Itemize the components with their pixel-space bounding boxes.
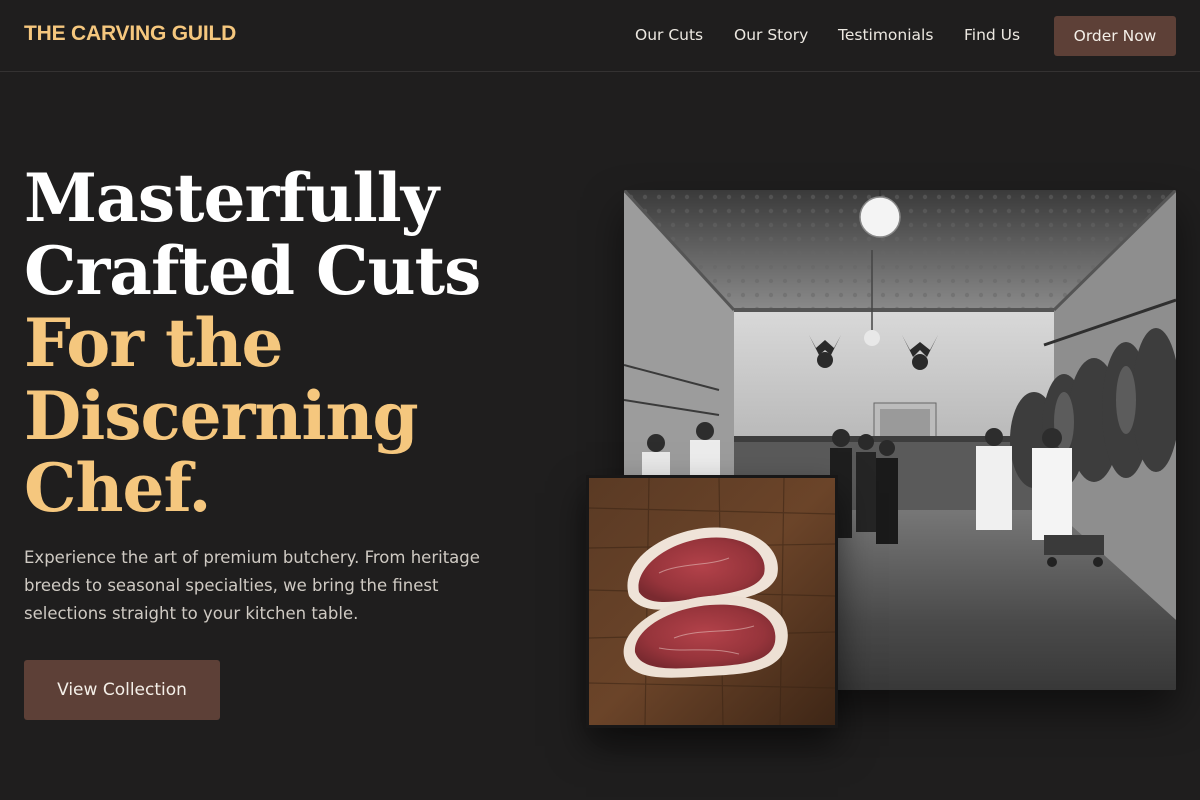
steak-photo (586, 475, 838, 728)
headline-line: Masterfully (24, 159, 439, 237)
view-collection-button[interactable]: View Collection (24, 660, 220, 720)
headline-line-accent: For the (24, 304, 283, 382)
order-now-button[interactable]: Order Now (1054, 16, 1176, 56)
nav-link-find-us[interactable]: Find Us (964, 26, 1020, 44)
top-nav: THE CARVING GUILD Our Cuts Our Story Tes… (0, 0, 1200, 72)
headline-line-accent: Discerning (24, 376, 419, 455)
brand-logo[interactable]: THE CARVING GUILD (24, 22, 236, 46)
nav-link-our-story[interactable]: Our Story (734, 26, 808, 44)
headline-line: Crafted Cuts (24, 231, 481, 310)
nav-link-our-cuts[interactable]: Our Cuts (635, 26, 703, 44)
hero-headline: Masterfully Crafted Cuts For the Discern… (24, 159, 481, 527)
nav-link-testimonials[interactable]: Testimonials (838, 26, 933, 44)
hero-description: Experience the art of premium butchery. … (24, 548, 480, 623)
headline-line-accent: Chef. (24, 449, 212, 527)
